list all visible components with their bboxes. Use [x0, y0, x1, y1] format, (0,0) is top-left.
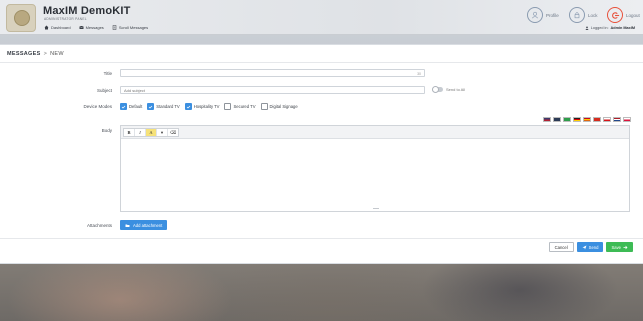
logout-button[interactable]: Logout [607, 7, 640, 23]
subject-label: Subject [96, 88, 112, 93]
title-field[interactable]: 30 [120, 69, 425, 77]
send-to-all-toggle[interactable]: Send to All [432, 86, 466, 93]
cz-flag-icon[interactable] [603, 117, 611, 122]
save-button[interactable]: Save [606, 242, 633, 252]
add-attachment-button[interactable]: Add attachment [120, 220, 168, 230]
nav-label: Scroll Messages [118, 25, 149, 30]
nl-flag-icon[interactable] [613, 117, 621, 122]
green-flag-icon[interactable] [563, 117, 571, 122]
breadcrumb-section[interactable]: MESSAGES [7, 51, 41, 57]
device-mode-default[interactable]: Default [120, 103, 142, 110]
font-color-button[interactable]: A [146, 129, 157, 136]
send-to-all-label: Send to All [446, 87, 466, 92]
pl-flag-icon[interactable] [623, 117, 631, 122]
device-mode-hospitality-tv[interactable]: Hospitality TV [184, 103, 220, 110]
device-mode-label: Default [129, 104, 143, 109]
title-input[interactable] [121, 70, 424, 76]
user-small-icon [585, 26, 589, 30]
checkbox-checked-icon[interactable] [184, 103, 192, 110]
language-flags [543, 117, 631, 122]
device-modes-label: Device Modes [83, 104, 112, 109]
subject-input[interactable] [121, 87, 424, 93]
nav-label: Messages [85, 25, 104, 30]
dark-flag-icon[interactable] [553, 117, 561, 122]
app-title: MaxIM DemoKIT [43, 5, 131, 17]
body-editor[interactable]: B I A ▾ ⌫ [120, 125, 630, 212]
top-nav: Dashboard Messages Scroll Messages [44, 25, 148, 30]
folder-icon [125, 224, 130, 227]
paper-plane-icon [582, 245, 587, 249]
message-form-panel: MESSAGES>NEW Title 30 Subject Send to Al… [0, 44, 643, 264]
checkbox-unchecked-icon[interactable] [224, 103, 232, 110]
logged-in-status: Logged in: Admin MaxIM [585, 26, 635, 30]
device-mode-standard-tv[interactable]: Standard TV [147, 103, 180, 110]
send-button[interactable]: Send [576, 242, 604, 252]
title-label: Title [103, 71, 112, 76]
logout-icon [607, 7, 623, 23]
subject-field[interactable] [120, 86, 425, 94]
toolbar-group: B I A ▾ ⌫ [123, 128, 179, 137]
remove-format-button[interactable]: ⌫ [168, 129, 178, 136]
checkbox-checked-icon[interactable] [120, 103, 127, 110]
checkbox-unchecked-icon[interactable] [260, 103, 268, 110]
form-actions: Cancel Send Save [548, 242, 633, 252]
de-flag-icon[interactable] [573, 117, 581, 122]
app-logo[interactable] [6, 4, 36, 32]
send-label: Send [588, 244, 599, 250]
font-color-dropdown[interactable]: ▾ [157, 129, 168, 136]
device-mode-digital-signage[interactable]: Digital Signage [260, 103, 298, 110]
breadcrumb-current: NEW [50, 51, 64, 57]
save-label: Save [611, 244, 621, 250]
profile-button[interactable]: Profile [527, 7, 559, 23]
home-icon [44, 25, 49, 30]
device-mode-label: Digital Signage [269, 104, 298, 109]
breadcrumb-separator: > [43, 51, 48, 57]
divider [0, 62, 643, 63]
red-flag-icon[interactable] [593, 117, 601, 122]
editor-toolbar: B I A ▾ ⌫ [121, 126, 629, 139]
logged-in-prefix: Logged in: [590, 26, 609, 30]
logged-in-user: Admin MaxIM [610, 26, 635, 30]
cancel-button[interactable]: Cancel [548, 242, 574, 252]
us-flag-icon[interactable] [543, 117, 551, 122]
title-char-counter: 30 [417, 71, 421, 76]
scroll-icon [112, 25, 117, 30]
lock-button[interactable]: Lock [569, 7, 598, 23]
cancel-label: Cancel [554, 244, 568, 250]
top-header: MaxIM DemoKIT ADMINISTRATOR PANEL Dashbo… [0, 0, 643, 35]
lock-icon [569, 7, 585, 23]
es-flag-icon[interactable] [583, 117, 591, 122]
profile-label: Profile [546, 12, 559, 18]
attachments-label: Attachments [86, 223, 112, 228]
device-mode-label: Secured TV [233, 104, 256, 109]
device-mode-label: Hospitality TV [193, 104, 220, 109]
logout-label: Logout [626, 12, 640, 18]
toggle-track[interactable] [432, 86, 443, 93]
device-modes-group: Default Standard TV Hospitality TV Secur… [120, 103, 298, 110]
envelope-icon [78, 25, 84, 29]
divider [0, 238, 643, 239]
italic-button[interactable]: I [135, 129, 146, 136]
logo-emblem-icon [14, 10, 30, 26]
device-mode-label: Standard TV [156, 104, 180, 109]
bold-button[interactable]: B [124, 129, 135, 136]
user-icon [527, 7, 543, 23]
app-subtitle: ADMINISTRATOR PANEL [44, 17, 87, 21]
toggle-knob [432, 86, 439, 93]
device-mode-secured-tv[interactable]: Secured TV [224, 103, 256, 110]
breadcrumb: MESSAGES > NEW [7, 51, 64, 57]
lock-label: Lock [588, 12, 598, 18]
nav-item-messages[interactable]: Messages [78, 25, 104, 30]
editor-resize-handle[interactable] [373, 207, 379, 209]
nav-item-dashboard[interactable]: Dashboard [44, 25, 71, 30]
arrow-right-icon [623, 245, 628, 249]
checkbox-checked-icon[interactable] [147, 103, 155, 110]
add-attachment-label: Add attachment [133, 222, 163, 228]
nav-label: Dashboard [51, 25, 71, 30]
nav-item-scroll-messages[interactable]: Scroll Messages [112, 25, 148, 30]
body-label: Body [101, 128, 112, 133]
